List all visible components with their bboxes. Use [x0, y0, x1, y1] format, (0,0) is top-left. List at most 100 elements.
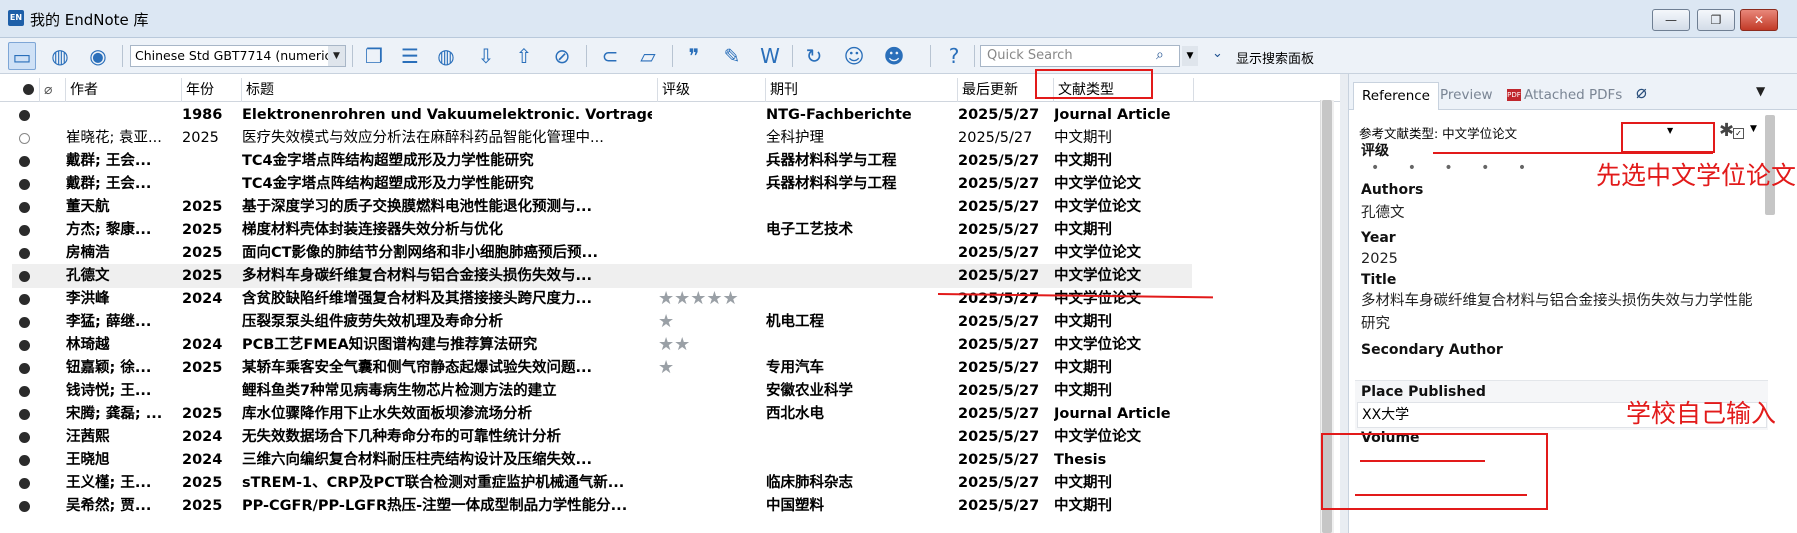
read-status-dot-icon[interactable]	[19, 340, 30, 351]
minimize-button[interactable]: —	[1652, 9, 1690, 31]
updated-cell: 2025/5/27	[958, 360, 1040, 376]
online-search-icon[interactable]: ◍	[432, 42, 460, 70]
chevron-down-icon[interactable]: ▼	[1750, 124, 1757, 134]
table-row[interactable]: 钱诗悦; 王... 鲤科鱼类7种常见病毒病生物芯片检测方法的建立 安徽农业科学 202…	[12, 379, 1192, 403]
table-row[interactable]: 李猛; 薛继... 压裂泵泵头组件疲劳失效机理及寿命分析 ★ 机电工程 2025/5/2…	[12, 310, 1192, 334]
year-cell: 2025	[182, 245, 223, 261]
import-icon[interactable]: ⇩	[472, 42, 500, 70]
table-row[interactable]: 房楠浩 2025 面向CT影像的肺结节分割网络和非小细胞肺癌预后预... 2025/5…	[12, 241, 1192, 265]
tab-preview[interactable]: Preview	[1432, 82, 1501, 110]
read-status-dot-icon[interactable]	[19, 432, 30, 443]
table-row[interactable]: 董天航 2025 基于深度学习的质子交换膜燃料电池性能退化预测与... 2025/5/…	[12, 195, 1192, 219]
read-status-dot-icon[interactable]	[19, 317, 30, 328]
authors-field[interactable]: 孔德文	[1361, 202, 1405, 225]
read-status-dot-icon[interactable]	[19, 271, 30, 282]
toolbar-divider	[352, 45, 353, 67]
table-row[interactable]: 宋腾; 龚磊; ... 2025 库水位骤降作用下止水失效面板坝渗流场分析 西北水电 2…	[12, 402, 1192, 426]
table-row-selected[interactable]: 孔德文 2025 多材料车身碳纤维复合材料与铝合金接头损伤失效与... 2025/5/…	[12, 264, 1192, 288]
table-row[interactable]: 戴群; 王会... TC4金字塔点阵结构超塑成形及力学性能研究 兵器材料科学与工程 2…	[12, 149, 1192, 173]
chevron-double-down-icon[interactable]: ⌄	[1212, 46, 1223, 61]
read-status-dot-icon[interactable]	[19, 478, 30, 489]
help-icon[interactable]: ?	[940, 42, 968, 70]
gear-icon[interactable]: ✱	[1719, 120, 1734, 141]
open-file-icon[interactable]: ▱	[634, 42, 662, 70]
read-status-dot-icon[interactable]	[19, 455, 30, 466]
read-status-dot-icon[interactable]	[19, 110, 30, 121]
read-status-dot-icon[interactable]	[19, 225, 30, 236]
table-row[interactable]: 1986 Elektronenrohren und Vakuumelektroni…	[12, 103, 1192, 127]
share-user-icon[interactable]: ☺	[840, 42, 868, 70]
title-cell: 面向CT影像的肺结节分割网络和非小细胞肺癌预后预...	[242, 245, 599, 261]
year-cell: 2025	[182, 268, 223, 284]
checkbox-icon[interactable]: ✓	[1733, 128, 1744, 139]
new-reference-icon[interactable]: ☰	[396, 42, 424, 70]
rating-column-header[interactable]: 评级	[658, 78, 766, 102]
read-status-dot-icon[interactable]	[19, 409, 30, 420]
updated-cell: 2025/5/27	[958, 130, 1033, 146]
updated-cell: 2025/5/27	[958, 475, 1040, 491]
integrated-library-icon[interactable]: ◉	[84, 42, 112, 70]
secondary-author-label: Secondary Author	[1361, 342, 1503, 358]
copy-to-library-icon[interactable]: ❐	[360, 42, 388, 70]
table-row[interactable]: 李洪峰 2024 含贫胶缺陷纤维增强复合材料及其搭接接头跨尺度力... ★★★★★ 20…	[12, 287, 1192, 311]
format-bibliography-icon[interactable]: ✎	[718, 42, 746, 70]
word-icon[interactable]: W	[756, 42, 784, 70]
output-style-select[interactable]: Chinese Std GBT7714 (numeric)	[130, 45, 346, 67]
read-status-dot-icon[interactable]	[19, 248, 30, 259]
table-row[interactable]: 王晓旭 2024 三维六向编织复合材料耐压柱壳结构设计及压缩失效... 2025/5/…	[12, 448, 1192, 472]
tab-reference[interactable]: Reference	[1353, 82, 1439, 110]
rating-stars[interactable]: • • • • •	[1371, 160, 1538, 176]
insert-citation-icon[interactable]: ❞	[680, 42, 708, 70]
table-row[interactable]: 崔晓花; 袁亚... 2025 医疗失效模式与效应分析法在麻醉科药品智能化管理中..…	[12, 126, 1192, 150]
year-cell: 1986	[182, 107, 223, 123]
read-status-dot-icon[interactable]	[19, 133, 30, 144]
group-user-icon[interactable]: ☻	[880, 42, 908, 70]
online-search-globe-icon[interactable]: ◍	[46, 42, 74, 70]
title-field[interactable]: 多材料车身碳纤维复合材料与铝合金接头损伤失效与力学性能研究	[1361, 290, 1761, 336]
read-status-dot-icon[interactable]	[19, 386, 30, 397]
panel-menu-icon[interactable]: ▼	[1756, 84, 1765, 98]
year-column-header[interactable]: 年份	[182, 78, 242, 102]
toolbar-divider	[930, 45, 931, 67]
close-button[interactable]: ✕	[1740, 9, 1778, 31]
rating-cell	[658, 471, 762, 495]
search-options-chevron-icon[interactable]: ▼	[1182, 46, 1198, 66]
author-cell: 戴群; 王会...	[66, 153, 152, 169]
title-cell: 医疗失效模式与效应分析法在麻醉科药品智能化管理中...	[242, 130, 604, 146]
authors-label: Authors	[1361, 182, 1424, 198]
show-search-panel-button[interactable]: 显示搜索面板	[1236, 48, 1314, 67]
read-status-dot-icon[interactable]	[19, 294, 30, 305]
table-row[interactable]: 汪茜熙 2024 无失效数据场合下几种寿命分布的可靠性统计分析 2025/5/27 中文…	[12, 425, 1192, 449]
year-field[interactable]: 2025	[1361, 248, 1398, 271]
chevron-down-icon[interactable]: ▼	[328, 46, 345, 66]
attachment-column-icon[interactable]: ⌀	[40, 78, 66, 102]
sync-icon[interactable]: ↻	[800, 42, 828, 70]
read-status-column-header[interactable]	[12, 78, 40, 102]
table-row[interactable]: 钮嘉颖; 徐... 2025 某轿车乘客安全气囊和侧气帘静态起爆试验失效问题... ★…	[12, 356, 1192, 380]
table-row[interactable]: 方杰; 黎康... 2025 梯度材料壳体封装连接器失效分析与优化 电子工艺技术 202…	[12, 218, 1192, 242]
quick-search-input[interactable]: Quick Search	[980, 45, 1180, 67]
local-library-icon[interactable]: ▭	[8, 42, 36, 70]
export-icon[interactable]: ⇧	[510, 42, 538, 70]
author-column-header[interactable]: 作者	[66, 78, 182, 102]
read-status-dot-icon[interactable]	[19, 202, 30, 213]
attachment-paperclip-icon[interactable]: ⌀	[1636, 82, 1647, 103]
author-cell: 林琦越	[66, 337, 110, 353]
table-row[interactable]: 戴群; 王会... TC4金字塔点阵结构超塑成形及力学性能研究 兵器材料科学与工程 2…	[12, 172, 1192, 196]
tab-attached-pdfs[interactable]: PDF Attached PDFs	[1499, 82, 1630, 110]
maximize-button[interactable]: ❐	[1697, 9, 1735, 31]
table-row[interactable]: 吴希然; 贾... 2025 PP-CGFR/PP-LGFR热压-注塑一体成型制品力…	[12, 494, 1192, 518]
table-row[interactable]: 林琦越 2024 PCB工艺FMEA知识图谱构建与推荐算法研究 ★★ 2025/5/27…	[12, 333, 1192, 357]
search-icon[interactable]: ⌕	[1156, 47, 1164, 63]
table-row[interactable]: 王义槿; 王... 2025 sTREM-1、CRP及PCT联合检测对重症监护机械通…	[12, 471, 1192, 495]
read-status-dot-icon[interactable]	[19, 363, 30, 374]
read-status-dot-icon[interactable]	[19, 156, 30, 167]
read-status-dot-icon[interactable]	[19, 501, 30, 512]
read-status-dot-icon[interactable]	[19, 179, 30, 190]
open-link-icon[interactable]: ⊂	[596, 42, 624, 70]
journal-column-header[interactable]: 期刊	[766, 78, 958, 102]
title-column-header[interactable]: 标题	[242, 78, 658, 102]
type-cell: 中文期刊	[1054, 475, 1112, 491]
type-cell: 中文期刊	[1054, 314, 1112, 330]
find-full-text-icon[interactable]: ⊘	[548, 42, 576, 70]
